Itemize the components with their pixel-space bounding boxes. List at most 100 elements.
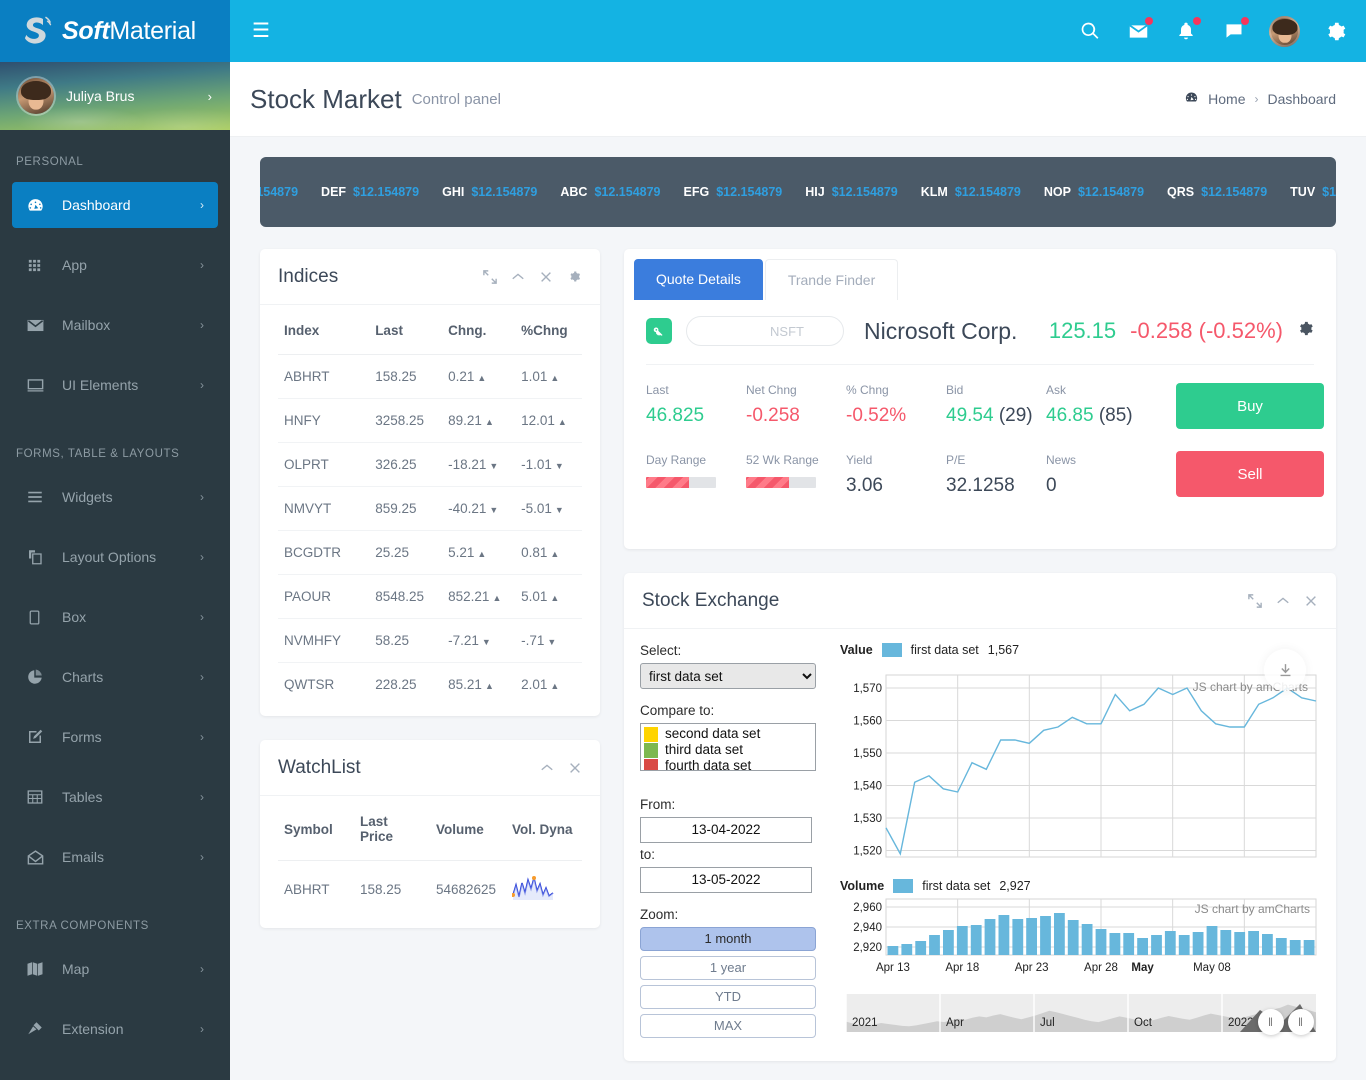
- color-swatch: [644, 726, 658, 742]
- table-row[interactable]: BCGDTR 25.25 5.21 ▲ 0.81 ▲: [278, 530, 582, 575]
- compare-option[interactable]: third data set: [644, 742, 815, 758]
- brand-title: SoftMaterial: [62, 17, 196, 46]
- compare-option-label: fourth data set: [665, 758, 752, 771]
- ticker-symbol: DEF: [321, 185, 347, 199]
- zoom-button-1-year[interactable]: 1 year: [640, 956, 816, 980]
- sidebar-item-sample-pages[interactable]: Sample Pages›: [12, 1066, 218, 1080]
- sidebar-item-tables[interactable]: Tables ›: [12, 774, 218, 820]
- indices-table-wrap: Index Last Chng. %Chng ABHRT 158.25 0.21 ▲ 1.01…: [260, 305, 600, 716]
- envelope-icon[interactable]: [1125, 17, 1153, 44]
- tab-quote-details[interactable]: Quote Details: [634, 259, 763, 300]
- collapse-icon[interactable]: [1276, 594, 1290, 608]
- expand-icon[interactable]: [483, 269, 497, 284]
- chat-icon[interactable]: [1221, 17, 1249, 44]
- stock-exchange-title: Stock Exchange: [642, 589, 780, 611]
- sidebar-item-charts[interactable]: Charts ›: [12, 654, 218, 700]
- gear-icon[interactable]: [1297, 320, 1314, 342]
- sidebar-item-app[interactable]: App ›: [12, 242, 218, 288]
- ticker-value: $12.154879: [1201, 185, 1268, 199]
- collapse-icon[interactable]: [540, 761, 554, 775]
- sidebar-item-extension[interactable]: Extension ›: [12, 1006, 218, 1052]
- indices-table-header: Index Last Chng. %Chng: [278, 305, 582, 355]
- index-change: -7.21 ▼: [442, 618, 516, 663]
- range-grip-left[interactable]: ‖: [1258, 1009, 1284, 1035]
- index-change: 89.21 ▲: [442, 398, 516, 443]
- pie-chart-icon: [26, 668, 62, 686]
- sidebar-item-mailbox[interactable]: Mailbox ›: [12, 302, 218, 348]
- sidebar-item-box[interactable]: Box ›: [12, 594, 218, 640]
- bell-icon[interactable]: [1173, 17, 1201, 44]
- table-row[interactable]: QWTSR 228.25 85.21 ▲ 2.01 ▲: [278, 663, 582, 707]
- sidebar-item-emails[interactable]: Emails ›: [12, 834, 218, 880]
- sidebar-item-ui-elements[interactable]: UI Elements ›: [12, 362, 218, 408]
- range-grip-right[interactable]: ‖: [1288, 1009, 1314, 1035]
- range-selector-chart[interactable]: 2021 Apr Jul Oct 2022: [840, 990, 1320, 1038]
- grid-icon: [26, 257, 62, 274]
- brand-logo-area[interactable]: SoftMaterial: [0, 0, 230, 62]
- compare-list[interactable]: second data set third data set fourth data…: [640, 723, 816, 771]
- chevron-right-icon: ›: [200, 850, 204, 864]
- svg-text:1,560: 1,560: [853, 716, 882, 728]
- quote-search-box[interactable]: [686, 316, 875, 346]
- dataset-select[interactable]: first data setsecond data setthird data …: [640, 663, 816, 689]
- key-icon[interactable]: [646, 318, 672, 344]
- dashboard-icon: [26, 196, 62, 215]
- breadcrumb-home[interactable]: Home: [1208, 91, 1245, 107]
- to-date-input[interactable]: 13-05-2022: [640, 867, 812, 893]
- search-icon[interactable]: [1077, 18, 1103, 44]
- from-date-input[interactable]: 13-04-2022: [640, 817, 812, 843]
- sidebar-item-widgets[interactable]: Widgets ›: [12, 474, 218, 520]
- close-icon[interactable]: [568, 761, 582, 775]
- table-row[interactable]: HNFY 3258.25 89.21 ▲ 12.01 ▲: [278, 398, 582, 443]
- table-row[interactable]: OLPRT 326.25 -18.21 ▼ -1.01 ▼: [278, 442, 582, 487]
- download-icon[interactable]: [1264, 649, 1306, 691]
- avatar[interactable]: [1269, 15, 1300, 47]
- sparkline-icon: [506, 861, 582, 919]
- table-row[interactable]: PAOUR 8548.25 852.21 ▲ 5.01 ▲: [278, 574, 582, 619]
- sidebar-item-layout-options[interactable]: Layout Options ›: [12, 534, 218, 580]
- chevron-right-icon: ›: [200, 1022, 204, 1036]
- stat-label: Yield: [846, 453, 873, 467]
- ticker-value: $12.154879: [831, 185, 898, 199]
- sidebar-item-map[interactable]: Map ›: [12, 946, 218, 992]
- range-scroll-grips: ‖ ‖: [1258, 1009, 1314, 1035]
- chevron-right-icon[interactable]: ›: [208, 89, 212, 104]
- quote-search-input[interactable]: [699, 323, 875, 339]
- ticker-symbol: QRS: [1167, 185, 1195, 199]
- monitor-icon: [26, 376, 62, 395]
- gear-icon[interactable]: [1322, 18, 1348, 44]
- zoom-button-1-month[interactable]: 1 month: [640, 927, 816, 951]
- ticker-symbol: NOP: [1043, 185, 1071, 199]
- stat-value: 49.54 (29): [946, 405, 1033, 426]
- zoom-button-max[interactable]: MAX: [640, 1014, 816, 1038]
- watchlist-col-header: Vol. Dyna: [506, 796, 582, 861]
- quote-price: 125.15: [1048, 318, 1117, 343]
- map-icon: [26, 960, 62, 978]
- collapse-icon[interactable]: [511, 270, 525, 284]
- sidebar-item-dashboard[interactable]: Dashboard ›: [12, 182, 218, 228]
- zoom-button-ytd[interactable]: YTD: [640, 985, 816, 1009]
- tab-trande-finder[interactable]: Trande Finder: [764, 259, 899, 300]
- table-icon: [26, 788, 62, 806]
- close-icon[interactable]: [1304, 594, 1318, 608]
- index-last: 158.25: [369, 354, 443, 399]
- volume-bar-chart[interactable]: 2,920 2,940 2,960 JS chart by amCharts Apr 1…: [840, 893, 1320, 985]
- table-row[interactable]: NVMHFY 58.25 -7.21 ▼ -.71 ▼: [278, 618, 582, 663]
- stock-exchange-charts: Value first data set 1,567 1,520 1,530 1,5…: [830, 643, 1320, 1043]
- close-icon[interactable]: [539, 270, 553, 284]
- table-row[interactable]: NMVYT 859.25 -40.21 ▼ -5.01 ▼: [278, 486, 582, 531]
- stat-52-wk-range: 52 Wk Range: [746, 453, 846, 523]
- table-row[interactable]: ABHRT 158.25 54682625: [278, 861, 582, 919]
- value-line-chart[interactable]: 1,5201,5301,5401,5501,5601,570 JS chart b…: [840, 657, 1320, 872]
- buy-button[interactable]: Buy: [1176, 383, 1324, 429]
- sell-button[interactable]: Sell: [1176, 451, 1324, 497]
- hamburger-icon[interactable]: ☰: [252, 21, 270, 41]
- sidebar-item-forms[interactable]: Forms ›: [12, 714, 218, 760]
- compare-option[interactable]: second data set: [644, 726, 815, 742]
- ticker-value: $12.154879: [1077, 185, 1145, 199]
- sidebar-user-panel[interactable]: Juliya Brus ›: [0, 62, 230, 130]
- table-row[interactable]: ABHRT 158.25 0.21 ▲ 1.01 ▲: [278, 354, 582, 399]
- gear-icon[interactable]: [567, 269, 582, 284]
- compare-option[interactable]: fourth data set: [644, 758, 815, 771]
- expand-icon[interactable]: [1248, 593, 1262, 608]
